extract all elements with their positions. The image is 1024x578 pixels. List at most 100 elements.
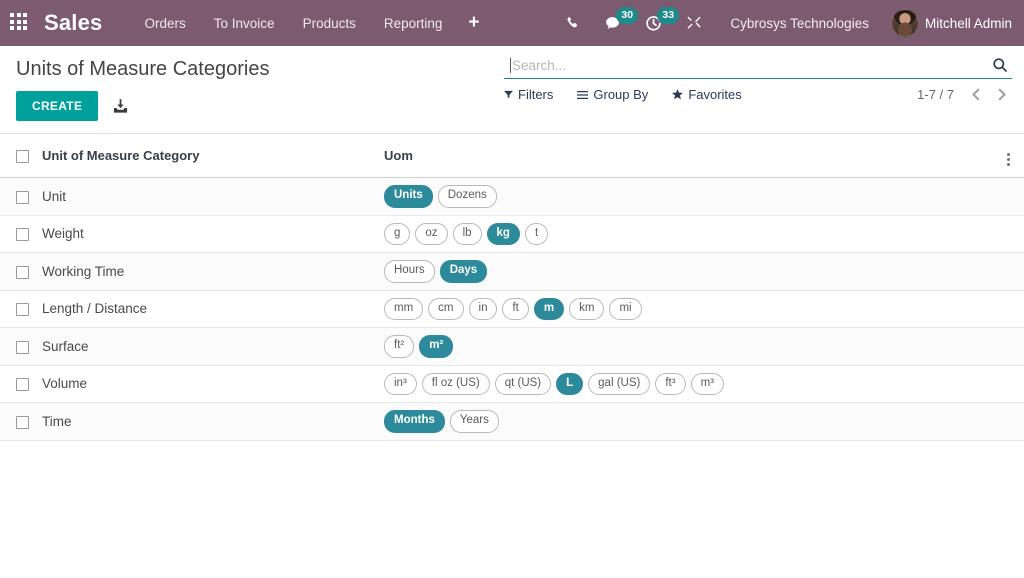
select-all-checkbox[interactable] — [16, 150, 29, 163]
row-end-cell — [980, 253, 1024, 291]
uom-tag[interactable]: in — [469, 298, 498, 321]
uom-tag[interactable]: t — [525, 223, 548, 246]
row-checkbox[interactable] — [16, 416, 29, 429]
menu-add-button[interactable]: + — [456, 10, 491, 36]
uom-tag-list: MonthsYears — [384, 410, 980, 433]
chevron-right-icon[interactable] — [991, 88, 1012, 101]
row-select-cell — [0, 328, 42, 366]
cell-category-name[interactable]: Unit — [42, 178, 384, 216]
table-row[interactable]: Length / Distancemmcminftmkmmi — [0, 290, 1024, 328]
optional-columns-icon[interactable] — [1007, 153, 1010, 166]
menu-item-to-invoice[interactable]: To Invoice — [200, 10, 289, 37]
pager-text: 1-7 / 7 — [917, 87, 954, 102]
control-panel-left: Units of Measure Categories CREATE — [16, 46, 504, 133]
row-checkbox[interactable] — [16, 191, 29, 204]
menu-item-orders[interactable]: Orders — [131, 10, 200, 37]
table-row[interactable]: TimeMonthsYears — [0, 403, 1024, 441]
uom-tag[interactable]: g — [384, 223, 410, 246]
search-bar[interactable] — [504, 54, 1012, 79]
search-icon[interactable] — [992, 57, 1008, 73]
uom-tag[interactable]: m² — [419, 335, 453, 358]
search-input[interactable] — [512, 58, 992, 73]
optional-columns-header — [980, 134, 1024, 178]
navbar-right-tools: 30 33 Cybrosys Technologies Mitchell Adm… — [553, 0, 1012, 46]
app-brand-sales[interactable]: Sales — [44, 10, 103, 36]
uom-categories-table: Unit of Measure Category Uom UnitUnitsDo… — [0, 134, 1024, 441]
filters-label: Filters — [518, 87, 553, 102]
row-end-cell — [980, 215, 1024, 253]
cell-category-name[interactable]: Time — [42, 403, 384, 441]
uom-tag[interactable]: oz — [415, 223, 447, 246]
cell-category-name[interactable]: Length / Distance — [42, 290, 384, 328]
uom-tag[interactable]: gal (US) — [588, 373, 650, 396]
uom-tag[interactable]: mi — [609, 298, 641, 321]
row-checkbox[interactable] — [16, 266, 29, 279]
table-row[interactable]: Working TimeHoursDays — [0, 253, 1024, 291]
company-switcher[interactable]: Cybrosys Technologies — [714, 16, 885, 31]
uom-tag[interactable]: kg — [487, 223, 520, 246]
cell-category-name[interactable]: Working Time — [42, 253, 384, 291]
cell-category-name[interactable]: Weight — [42, 215, 384, 253]
table-row[interactable]: Weightgozlbkgt — [0, 215, 1024, 253]
search-caret — [510, 58, 511, 73]
uom-tag[interactable]: Days — [440, 260, 488, 283]
avatar — [891, 9, 919, 37]
activities-clock-icon[interactable]: 33 — [633, 0, 674, 46]
favorites-button[interactable]: Favorites — [672, 87, 741, 102]
uom-tag[interactable]: Months — [384, 410, 445, 433]
uom-tag[interactable]: Dozens — [438, 185, 497, 208]
uom-tag[interactable]: Years — [450, 410, 499, 433]
messages-icon[interactable]: 30 — [592, 0, 633, 46]
uom-tag[interactable]: L — [556, 373, 583, 396]
uom-tag[interactable]: mm — [384, 298, 423, 321]
uom-tag[interactable]: m³ — [691, 373, 724, 396]
cell-category-name[interactable]: Surface — [42, 328, 384, 366]
cell-uom-tags: ft²m² — [384, 328, 980, 366]
group-by-button[interactable]: Group By — [577, 87, 648, 102]
uom-tag[interactable]: Hours — [384, 260, 435, 283]
table-body: UnitUnitsDozensWeightgozlbkgtWorking Tim… — [0, 178, 1024, 441]
user-menu[interactable]: Mitchell Admin — [885, 9, 1012, 37]
top-navbar: Sales Orders To Invoice Products Reporti… — [0, 0, 1024, 46]
uom-tag-list: HoursDays — [384, 260, 980, 283]
uom-tag[interactable]: ft — [502, 298, 528, 321]
uom-tag-list: UnitsDozens — [384, 185, 980, 208]
row-select-cell — [0, 178, 42, 216]
cell-category-name[interactable]: Volume — [42, 365, 384, 403]
table-row[interactable]: Volumein³fl oz (US)qt (US)Lgal (US)ft³ m³ — [0, 365, 1024, 403]
row-checkbox[interactable] — [16, 303, 29, 316]
tools-icon[interactable] — [674, 0, 714, 46]
uom-tag[interactable]: in³ — [384, 373, 417, 396]
row-checkbox[interactable] — [16, 378, 29, 391]
import-icon[interactable] — [112, 98, 129, 115]
column-header-uom[interactable]: Uom — [384, 134, 980, 178]
table-row[interactable]: Surfaceft²m² — [0, 328, 1024, 366]
uom-tag[interactable]: fl oz (US) — [422, 373, 490, 396]
menu-item-reporting[interactable]: Reporting — [370, 10, 457, 37]
table-row[interactable]: UnitUnitsDozens — [0, 178, 1024, 216]
user-name: Mitchell Admin — [925, 16, 1012, 31]
row-select-cell — [0, 253, 42, 291]
create-button[interactable]: CREATE — [16, 91, 98, 121]
apps-grid-icon[interactable] — [10, 13, 30, 33]
menu-item-products[interactable]: Products — [289, 10, 370, 37]
chevron-left-icon[interactable] — [966, 88, 987, 101]
uom-tag[interactable]: qt (US) — [495, 373, 551, 396]
uom-tag[interactable]: cm — [428, 298, 463, 321]
uom-tag-list: gozlbkgt — [384, 223, 980, 246]
uom-tag[interactable]: m — [534, 298, 564, 321]
uom-tag[interactable]: Units — [384, 185, 433, 208]
row-end-cell — [980, 290, 1024, 328]
row-checkbox[interactable] — [16, 228, 29, 241]
phone-icon[interactable] — [553, 0, 592, 46]
control-panel: Units of Measure Categories CREATE — [0, 46, 1024, 134]
row-checkbox[interactable] — [16, 341, 29, 354]
cell-uom-tags: UnitsDozens — [384, 178, 980, 216]
row-end-cell — [980, 178, 1024, 216]
uom-tag[interactable]: ft³ — [655, 373, 685, 396]
uom-tag[interactable]: ft² — [384, 335, 414, 358]
filters-button[interactable]: Filters — [504, 87, 553, 102]
column-header-name[interactable]: Unit of Measure Category — [42, 134, 384, 178]
uom-tag[interactable]: km — [569, 298, 604, 321]
uom-tag[interactable]: lb — [453, 223, 482, 246]
